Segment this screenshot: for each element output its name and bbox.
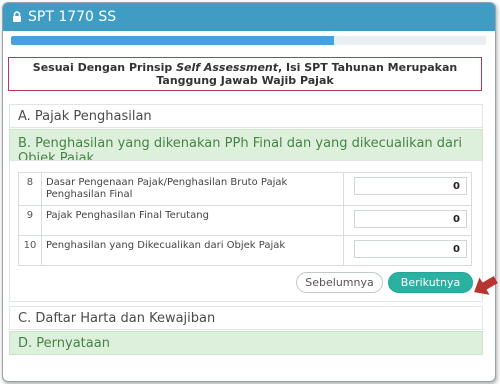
next-button[interactable]: Berikutnya — [388, 272, 473, 293]
title-bar: SPT 1770 SS — [3, 3, 495, 31]
table-row: 10 Penghasilan yang Dikecualikan dari Ob… — [18, 235, 472, 266]
final-income-table: 8 Dasar Pengenaan Pajak/Penghasilan Brut… — [18, 172, 472, 266]
section-a-header[interactable]: A. Pajak Penghasilan — [9, 104, 483, 128]
section-d-header[interactable]: D. Pernyataan — [9, 331, 483, 355]
row-number: 10 — [18, 235, 42, 266]
table-row: 8 Dasar Pengenaan Pajak/Penghasilan Brut… — [18, 172, 472, 206]
row-number: 8 — [18, 172, 42, 206]
row-label: Penghasilan yang Dikecualikan dari Objek… — [40, 235, 345, 266]
progress-fill — [11, 36, 334, 45]
notice-text-before: Sesuai Dengan Prinsip — [32, 61, 177, 74]
section-a-label: A. Pajak Penghasilan — [18, 108, 152, 124]
value-field-10[interactable]: 0 — [354, 240, 467, 258]
table-row: 9 Pajak Penghasilan Final Terutang 0 — [18, 205, 472, 236]
value-field-8[interactable]: 0 — [354, 177, 467, 195]
row-label: Dasar Pengenaan Pajak/Penghasilan Bruto … — [40, 172, 345, 206]
row-label: Pajak Penghasilan Final Terutang — [40, 205, 345, 236]
window-title: SPT 1770 SS — [28, 9, 117, 25]
section-c-header[interactable]: C. Daftar Harta dan Kewajiban — [9, 306, 483, 330]
value-field-9[interactable]: 0 — [354, 210, 467, 228]
notice-text-emphasis: Self Assessment — [176, 61, 279, 74]
section-d-label: D. Pernyataan — [18, 335, 110, 351]
pointer-arrow-icon — [474, 276, 498, 295]
row-number: 9 — [18, 205, 42, 236]
section-c-label: C. Daftar Harta dan Kewajiban — [18, 310, 216, 326]
notice-text: Sesuai Dengan Prinsip Self Assessment, I… — [15, 61, 475, 87]
previous-button[interactable]: Sebelumnya — [296, 272, 383, 293]
progress-bar — [11, 36, 486, 45]
self-assessment-notice: Sesuai Dengan Prinsip Self Assessment, I… — [8, 57, 482, 91]
lock-icon — [13, 11, 21, 22]
